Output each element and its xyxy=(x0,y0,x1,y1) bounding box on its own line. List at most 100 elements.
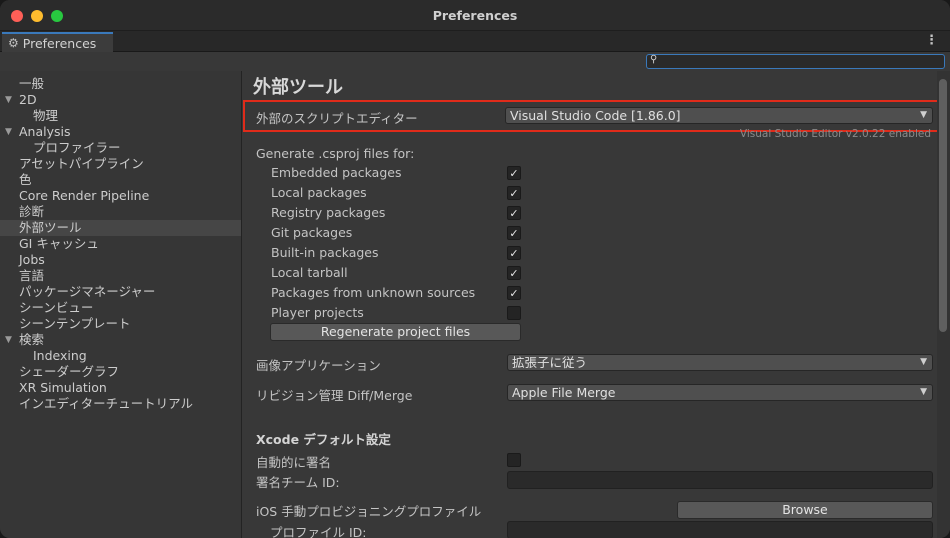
csproj-option-label: Built-in packages xyxy=(271,245,379,260)
ios-profile-label: iOS 手動プロビジョニングプロファイル xyxy=(256,504,482,519)
sidebar-item-label: XR Simulation xyxy=(19,380,107,395)
image-app-dropdown[interactable]: 拡張子に従う ▼ xyxy=(507,354,933,371)
checkmark-icon: ✓ xyxy=(509,187,519,200)
sidebar-item-label: Core Render Pipeline xyxy=(19,188,150,203)
preferences-window: Preferences ⚙ Preferences ⋮ ⚲ 一般 ▼ 2D 物理 ▼ An… xyxy=(0,0,950,538)
sidebar-item[interactable]: シーンテンプレート xyxy=(0,316,241,332)
checkmark-icon: ✓ xyxy=(509,207,519,220)
sidebar-item[interactable]: パッケージマネージャー xyxy=(0,284,241,300)
image-app-value: 拡張子に従う xyxy=(512,355,588,370)
tab-bar: ⚙ Preferences ⋮ xyxy=(0,31,950,52)
csproj-option-label: Local tarball xyxy=(271,265,348,280)
csproj-option-checkbox[interactable]: ✓ xyxy=(507,286,521,300)
checkmark-icon: ✓ xyxy=(509,227,519,240)
sidebar-item-label: 2D xyxy=(19,92,37,107)
sidebar-item[interactable]: XR Simulation xyxy=(0,380,241,396)
chevron-down-icon: ▼ xyxy=(920,110,927,120)
csproj-option-label: Packages from unknown sources xyxy=(271,285,476,300)
sidebar-item-label: インエディターチュートリアル xyxy=(19,396,194,411)
sidebar-item[interactable]: 言語 xyxy=(0,268,241,284)
script-editor-value: Visual Studio Code [1.86.0] xyxy=(510,108,681,123)
sidebar-item-label: Analysis xyxy=(19,124,71,139)
scrollbar-thumb[interactable] xyxy=(939,79,947,332)
sidebar-item[interactable]: Core Render Pipeline xyxy=(0,188,241,204)
sidebar-item[interactable]: アセットパイプライン xyxy=(0,156,241,172)
foldout-arrow-icon[interactable]: ▼ xyxy=(5,332,12,348)
sidebar-item[interactable]: GI キャッシュ xyxy=(0,236,241,252)
more-options-icon[interactable]: ⋮ xyxy=(925,33,938,48)
csproj-option-checkbox[interactable]: ✓ xyxy=(507,206,521,220)
gear-icon: ⚙ xyxy=(8,36,19,50)
csproj-option-label: Registry packages xyxy=(271,205,386,220)
search-input[interactable]: ⚲ xyxy=(646,54,945,69)
xcode-heading: Xcode デフォルト設定 xyxy=(256,432,391,447)
auto-sign-label: 自動的に署名 xyxy=(256,455,332,470)
sidebar-item[interactable]: シェーダーグラフ xyxy=(0,364,241,380)
sidebar-item[interactable]: Jobs xyxy=(0,252,241,268)
revision-value: Apple File Merge xyxy=(512,385,616,400)
chevron-down-icon: ▼ xyxy=(920,387,927,397)
sidebar-item[interactable]: ▼ 2D xyxy=(0,92,241,108)
team-id-label: 署名チーム ID: xyxy=(256,475,340,490)
profile-id-field[interactable] xyxy=(507,521,933,538)
browse-button[interactable]: Browse xyxy=(677,501,933,519)
editor-version-note: Visual Studio Editor v2.0.22 enabled xyxy=(739,128,931,140)
sidebar-item-label: シェーダーグラフ xyxy=(19,364,120,379)
main-content: 外部ツール 外部のスクリプトエディター Visual Studio Code [… xyxy=(243,71,940,538)
sidebar-item-label: Indexing xyxy=(33,348,87,363)
sidebar-item[interactable]: Indexing xyxy=(0,348,241,364)
sidebar-item-label: 言語 xyxy=(19,268,45,283)
foldout-arrow-icon[interactable]: ▼ xyxy=(5,92,12,108)
checkmark-icon: ✓ xyxy=(509,167,519,180)
sidebar-item-label: 一般 xyxy=(19,76,45,91)
csproj-option-checkbox[interactable]: ✓ xyxy=(507,266,521,280)
image-app-label: 画像アプリケーション xyxy=(256,358,381,373)
csproj-option-checkbox[interactable] xyxy=(507,306,521,320)
foldout-arrow-icon[interactable]: ▼ xyxy=(5,124,12,140)
title-bar: Preferences xyxy=(0,0,950,31)
script-editor-label: 外部のスクリプトエディター xyxy=(256,111,418,126)
sidebar: 一般 ▼ 2D 物理 ▼ Analysis プロファイラー アセットパイプライン色 Core R… xyxy=(0,71,242,538)
revision-label: リビジョン管理 Diff/Merge xyxy=(256,388,413,403)
sidebar-item-label: 検索 xyxy=(19,332,45,347)
csproj-option-checkbox[interactable]: ✓ xyxy=(507,226,521,240)
sidebar-item-label: Jobs xyxy=(19,252,45,267)
sidebar-item[interactable]: インエディターチュートリアル xyxy=(0,396,241,412)
script-editor-dropdown[interactable]: Visual Studio Code [1.86.0] ▼ xyxy=(505,107,933,124)
csproj-option-checkbox[interactable]: ✓ xyxy=(507,246,521,260)
sidebar-item[interactable]: プロファイラー xyxy=(0,140,241,156)
csproj-option-label: Player projects xyxy=(271,305,364,320)
csproj-option-checkbox[interactable]: ✓ xyxy=(507,186,521,200)
scrollbar[interactable] xyxy=(937,71,950,538)
chevron-down-icon: ▼ xyxy=(920,357,927,367)
page-title: 外部ツール xyxy=(253,77,343,98)
sidebar-item-label: GI キャッシュ xyxy=(19,236,99,251)
sidebar-item[interactable]: 外部ツール xyxy=(0,220,241,236)
csproj-option-label: Embedded packages xyxy=(271,165,402,180)
checkmark-icon: ✓ xyxy=(509,247,519,260)
sidebar-item-label: アセットパイプライン xyxy=(19,156,144,171)
sidebar-item[interactable]: ▼ 検索 xyxy=(0,332,241,348)
csproj-option-label: Git packages xyxy=(271,225,353,240)
profile-id-label: プロファイル ID: xyxy=(270,525,367,538)
checkmark-icon: ✓ xyxy=(509,287,519,300)
sidebar-item[interactable]: 診断 xyxy=(0,204,241,220)
tab-preferences[interactable]: ⚙ Preferences xyxy=(2,32,113,52)
sidebar-item[interactable]: ▼ Analysis xyxy=(0,124,241,140)
search-row: ⚲ xyxy=(0,52,950,71)
csproj-option-checkbox[interactable]: ✓ xyxy=(507,166,521,180)
sidebar-item[interactable]: 一般 xyxy=(0,76,241,92)
sidebar-item-label: シーンテンプレート xyxy=(19,316,131,331)
sidebar-item[interactable]: 色 xyxy=(0,172,241,188)
revision-dropdown[interactable]: Apple File Merge ▼ xyxy=(507,384,933,401)
sidebar-item[interactable]: 物理 xyxy=(0,108,241,124)
search-icon: ⚲ xyxy=(650,54,658,65)
regenerate-project-files-button[interactable]: Regenerate project files xyxy=(270,323,521,341)
window-title: Preferences xyxy=(432,8,518,23)
sidebar-item-label: 色 xyxy=(19,172,32,187)
sidebar-item-label: 外部ツール xyxy=(19,220,82,235)
auto-sign-checkbox[interactable] xyxy=(507,453,521,467)
team-id-field[interactable] xyxy=(507,471,933,489)
csproj-label: Generate .csproj files for: xyxy=(256,146,415,161)
sidebar-item[interactable]: シーンビュー xyxy=(0,300,241,316)
